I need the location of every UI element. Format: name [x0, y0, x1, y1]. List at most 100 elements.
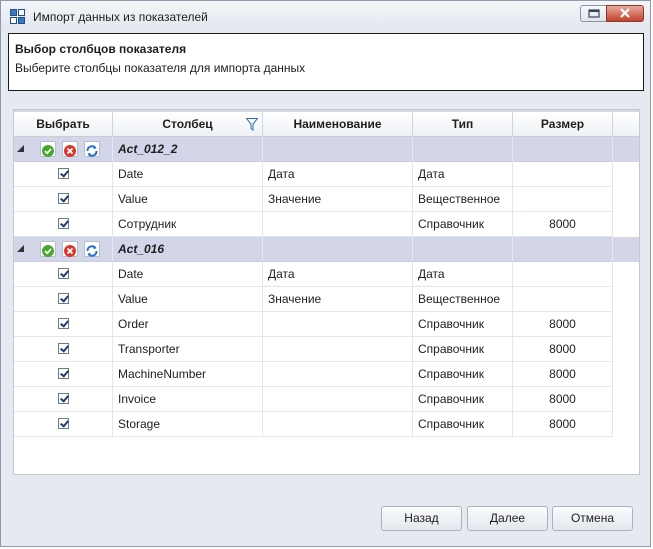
group-empty-cell [513, 237, 613, 262]
select-cell [14, 287, 113, 312]
row-checkbox[interactable] [58, 168, 69, 179]
column-cell: Storage [113, 412, 263, 437]
import-dialog-window: Импорт данных из показателей Выбор столб… [0, 0, 651, 547]
table-row[interactable]: Value Значение Вещественное [14, 187, 639, 212]
row-checkbox[interactable] [58, 193, 69, 204]
type-cell: Вещественное [413, 187, 513, 212]
window-title: Импорт данных из показателей [33, 10, 208, 24]
name-cell [263, 337, 413, 362]
blue-refresh-icon [86, 245, 98, 257]
select-all-button[interactable] [40, 241, 56, 257]
select-cell [14, 387, 113, 412]
group-name: Act_012_2 [113, 137, 263, 162]
size-cell [513, 187, 613, 212]
type-cell: Справочник [413, 212, 513, 237]
column-header-size[interactable]: Размер [513, 112, 613, 137]
close-icon [620, 8, 630, 18]
type-cell: Дата [413, 162, 513, 187]
title-bar[interactable]: Импорт данных из показателей [1, 1, 650, 31]
type-cell: Справочник [413, 312, 513, 337]
row-checkbox[interactable] [58, 268, 69, 279]
name-cell [263, 387, 413, 412]
table-row[interactable]: Date Дата Дата [14, 162, 639, 187]
column-cell: Value [113, 187, 263, 212]
type-cell: Справочник [413, 337, 513, 362]
size-cell [513, 162, 613, 187]
name-cell [263, 212, 413, 237]
select-cell [14, 212, 113, 237]
select-all-button[interactable] [40, 141, 56, 157]
deselect-all-button[interactable] [62, 141, 78, 157]
type-cell: Дата [413, 262, 513, 287]
row-checkbox[interactable] [58, 393, 69, 404]
name-cell: Значение [263, 187, 413, 212]
group-empty-cell [263, 237, 413, 262]
refresh-button[interactable] [84, 141, 100, 157]
name-cell [263, 412, 413, 437]
columns-grid: Выбрать Столбец Наименование Тип Размер … [13, 109, 640, 475]
column-header-type[interactable]: Тип [413, 112, 513, 137]
column-header-name[interactable]: Наименование [263, 112, 413, 137]
type-cell: Справочник [413, 412, 513, 437]
refresh-button[interactable] [84, 241, 100, 257]
cancel-button[interactable]: Отмена [552, 506, 633, 531]
column-header-select[interactable]: Выбрать [14, 112, 113, 137]
group-select-cell [14, 137, 113, 162]
size-cell: 8000 [513, 312, 613, 337]
collapse-triangle-icon[interactable] [17, 145, 24, 152]
next-button[interactable]: Далее [467, 506, 548, 531]
name-cell: Дата [263, 262, 413, 287]
group-empty-cell [413, 137, 513, 162]
table-row[interactable]: Invoice Справочник 8000 [14, 387, 639, 412]
close-button[interactable] [606, 5, 644, 22]
group-empty-cell [263, 137, 413, 162]
column-cell: Date [113, 262, 263, 287]
column-cell: Date [113, 162, 263, 187]
type-cell: Справочник [413, 362, 513, 387]
column-header-select-label: Выбрать [36, 117, 90, 131]
column-header-column[interactable]: Столбец [113, 112, 263, 137]
row-checkbox[interactable] [58, 418, 69, 429]
group-row-act-016[interactable]: Act_016 [14, 237, 639, 262]
collapse-triangle-icon[interactable] [17, 245, 24, 252]
row-checkbox[interactable] [58, 218, 69, 229]
green-check-icon [42, 245, 54, 257]
row-checkbox[interactable] [58, 343, 69, 354]
column-cell: Сотрудник [113, 212, 263, 237]
funnel-filter-icon[interactable] [246, 118, 258, 131]
size-cell: 8000 [513, 362, 613, 387]
table-row[interactable]: Сотрудник Справочник 8000 [14, 212, 639, 237]
column-header-column-label: Столбец [162, 117, 213, 131]
size-cell: 8000 [513, 212, 613, 237]
type-cell: Справочник [413, 387, 513, 412]
table-row[interactable]: MachineNumber Справочник 8000 [14, 362, 639, 387]
table-row[interactable]: Value Значение Вещественное [14, 287, 639, 312]
group-row-act-012-2[interactable]: Act_012_2 [14, 137, 639, 162]
table-row[interactable]: Transporter Справочник 8000 [14, 337, 639, 362]
step-title: Выбор столбцов показателя [15, 42, 187, 56]
deselect-all-button[interactable] [62, 241, 78, 257]
table-row[interactable]: Date Дата Дата [14, 262, 639, 287]
size-cell: 8000 [513, 412, 613, 437]
row-checkbox[interactable] [58, 368, 69, 379]
column-cell: Value [113, 287, 263, 312]
select-cell [14, 312, 113, 337]
table-row[interactable]: Order Справочник 8000 [14, 312, 639, 337]
column-cell: Transporter [113, 337, 263, 362]
minimize-icon [588, 9, 600, 18]
table-row[interactable]: Storage Справочник 8000 [14, 412, 639, 437]
size-cell: 8000 [513, 387, 613, 412]
red-cross-icon [64, 145, 76, 157]
column-cell: Order [113, 312, 263, 337]
back-button[interactable]: Назад [381, 506, 462, 531]
green-check-icon [42, 145, 54, 157]
size-cell [513, 262, 613, 287]
blue-refresh-icon [86, 145, 98, 157]
step-subtitle: Выберите столбцы показателя для импорта … [15, 61, 306, 75]
row-checkbox[interactable] [58, 318, 69, 329]
row-checkbox[interactable] [58, 293, 69, 304]
select-cell [14, 162, 113, 187]
minimize-button[interactable] [580, 5, 607, 22]
column-header-filler [613, 112, 639, 137]
name-cell: Дата [263, 162, 413, 187]
